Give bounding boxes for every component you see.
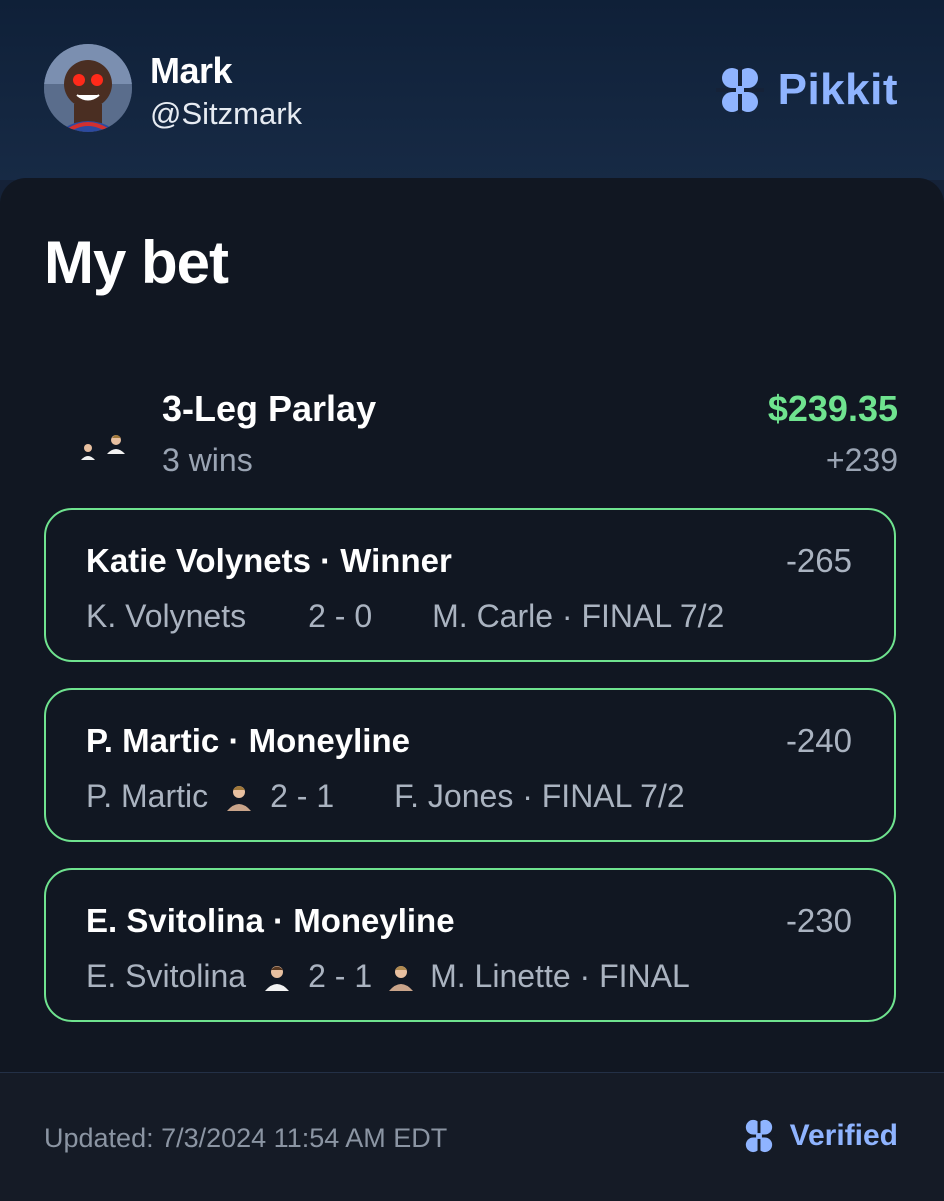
bet-card: My bet 3-Leg Parlay 3 wins $239.35 +239 … <box>0 178 944 1200</box>
leg-player: E. Svitolina <box>86 957 247 994</box>
leg-opponent: M. Carle · FINAL 7/2 <box>432 597 725 634</box>
user-name[interactable]: Mark <box>150 50 233 92</box>
opponent-photo-icon <box>389 966 414 991</box>
profile-header: Mark @Sitzmark Pikkit <box>0 0 944 180</box>
brand-name: Pikkit <box>777 65 898 114</box>
leg-title: E. Svitolina · Moneyline <box>86 902 455 939</box>
bet-leg[interactable]: P. Martic · Moneyline -240 P. Martic 2 -… <box>44 688 896 842</box>
parlay-odds: +239 <box>825 442 898 478</box>
leg-odds: -265 <box>785 542 852 579</box>
parlay-payout: $239.35 <box>767 388 898 429</box>
leg-odds: -240 <box>785 722 852 759</box>
leg-detail: E. Svitolina 2 - 1 M. Linette · FINAL <box>86 954 750 998</box>
bet-leg[interactable]: E. Svitolina · Moneyline -230 E. Svitoli… <box>44 868 896 1022</box>
leg-title: P. Martic · Moneyline <box>86 722 410 759</box>
leg-opponent: F. Jones · FINAL 7/2 <box>394 777 685 814</box>
card-footer: Updated: 7/3/2024 11:54 AM EDT Verified <box>0 1072 944 1201</box>
leg-player: P. Martic <box>86 777 209 814</box>
clover-icon <box>715 66 764 114</box>
leg-detail: P. Martic 2 - 1 F. Jones · FINAL 7/2 <box>86 774 750 818</box>
parlay-title: 3-Leg Parlay <box>162 388 377 429</box>
leg-odds: -230 <box>785 902 852 939</box>
parlay-result: 3 wins <box>162 442 253 478</box>
page-title: My bet <box>44 229 229 296</box>
user-avatar[interactable] <box>44 44 132 132</box>
leg-opponent: M. Linette · FINAL <box>430 957 690 994</box>
parlay-player-icons <box>76 426 132 466</box>
leg-score: 2 - 1 <box>308 957 373 994</box>
user-handle[interactable]: @Sitzmark <box>150 96 302 132</box>
updated-timestamp: Updated: 7/3/2024 11:54 AM EDT <box>44 1123 448 1153</box>
clover-icon <box>741 1118 777 1154</box>
player-photo-icon <box>265 966 290 991</box>
leg-title: Katie Volynets · Winner <box>86 542 452 579</box>
leg-score: 2 - 0 <box>308 597 373 634</box>
verified-label: Verified <box>789 1119 898 1152</box>
player-photo-icon <box>227 786 252 811</box>
leg-detail: K. Volynets 2 - 0 M. Carle · FINAL 7/2 <box>86 594 750 638</box>
verified-badge[interactable]: Verified <box>740 1117 898 1155</box>
leg-player: K. Volynets <box>86 597 247 634</box>
leg-score: 2 - 1 <box>270 777 335 814</box>
brand-logo[interactable]: Pikkit <box>714 64 898 116</box>
bet-leg[interactable]: Katie Volynets · Winner -265 K. Volynets… <box>44 508 896 662</box>
